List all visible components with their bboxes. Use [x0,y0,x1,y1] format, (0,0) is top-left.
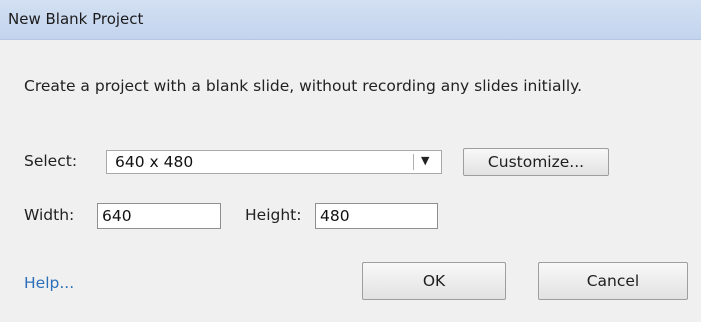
new-blank-project-dialog: Create a project with a blank slide, wit… [0,40,701,322]
size-select-value: 640 x 480 [115,153,194,171]
size-select[interactable]: 640 x 480 ▼ [106,150,442,174]
ok-button[interactable]: OK [362,262,506,300]
help-link[interactable]: Help... [24,274,74,292]
width-label: Width: [24,206,75,224]
height-input[interactable]: 480 [315,203,438,229]
customize-button[interactable]: Customize... [463,148,609,176]
dropdown-arrow-icon[interactable]: ▼ [421,154,429,167]
height-label: Height: [245,206,302,224]
width-input[interactable]: 640 [97,203,221,229]
cancel-button[interactable]: Cancel [538,262,688,300]
title-bar: New Blank Project [0,0,701,40]
window-title: New Blank Project [8,10,144,28]
select-label: Select: [24,152,78,170]
select-divider [413,154,414,170]
dialog-description: Create a project with a blank slide, wit… [24,77,583,95]
